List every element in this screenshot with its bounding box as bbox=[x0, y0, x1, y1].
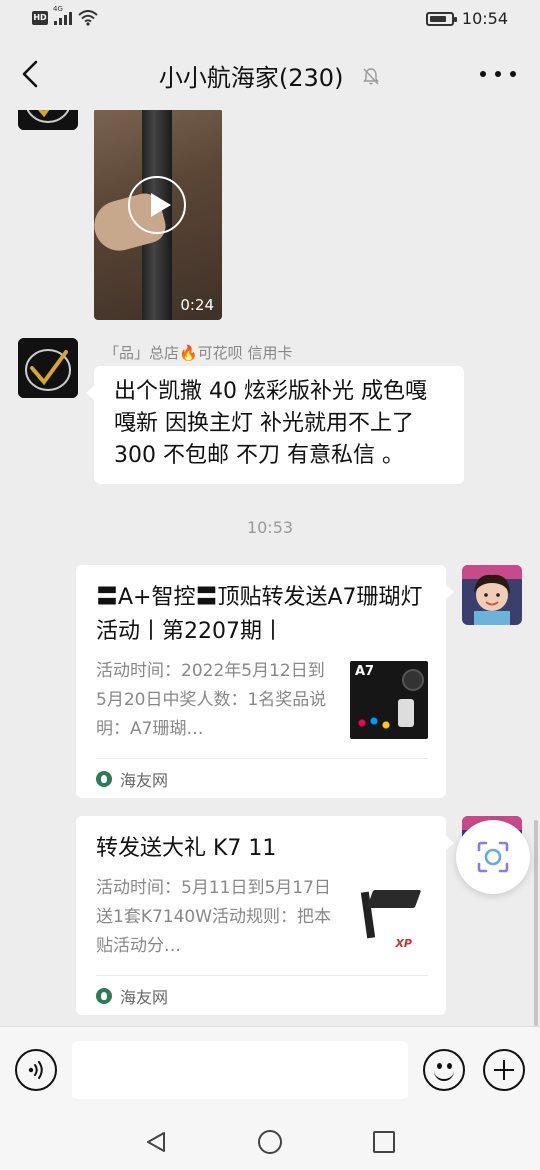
video-duration: 0:24 bbox=[180, 296, 214, 314]
scrollbar[interactable] bbox=[534, 820, 538, 1026]
more-features-button[interactable] bbox=[483, 1049, 525, 1091]
chat-header: 小小航海家(230) bbox=[0, 38, 540, 110]
network-type-label: 4G bbox=[53, 5, 63, 13]
message-input-bar bbox=[0, 1026, 540, 1114]
dot-icon bbox=[480, 71, 486, 77]
card-source: 海友网 bbox=[96, 975, 428, 1015]
chat-title: 小小航海家(230) bbox=[0, 58, 540, 93]
card-thumbnail: XP bbox=[350, 878, 428, 956]
status-bar: HD 4G 10:54 bbox=[0, 0, 540, 38]
clock: 10:54 bbox=[461, 9, 508, 28]
more-options-button[interactable] bbox=[480, 62, 516, 86]
voice-icon bbox=[28, 1061, 43, 1079]
link-card-1[interactable]: 〓A+智控〓顶贴转发送A7珊瑚灯活动丨第2207期丨 活动时间：2022年5月1… bbox=[76, 565, 454, 798]
message-input[interactable] bbox=[72, 1041, 408, 1099]
card-title: 〓A+智控〓顶贴转发送A7珊瑚灯活动丨第2207期丨 bbox=[96, 585, 423, 644]
nav-home-icon[interactable] bbox=[258, 1130, 282, 1154]
sender-avatar[interactable] bbox=[18, 110, 78, 130]
battery-icon bbox=[425, 11, 457, 26]
floating-assistant-button[interactable] bbox=[456, 820, 530, 894]
scan-icon bbox=[477, 841, 509, 873]
link-card-2[interactable]: 转发送大礼 K7 11 活动时间：5月11日到5月17日送1套K7140W活动规… bbox=[76, 816, 454, 1015]
card-description: 活动时间：2022年5月12日到5月20日中奖人数：1名奖品说明：A7珊瑚… bbox=[96, 661, 327, 739]
card-description: 活动时间：5月11日到5月17日送1套K7140W活动规则：把本贴活动分… bbox=[96, 878, 332, 956]
source-logo-icon bbox=[96, 987, 112, 1004]
logo-icon bbox=[18, 110, 78, 130]
dot-icon bbox=[495, 71, 501, 77]
message-timestamp: 10:53 bbox=[246, 518, 294, 537]
voice-input-button[interactable] bbox=[15, 1049, 57, 1091]
group-name: 小小航海家(230) bbox=[158, 64, 344, 92]
wifi-icon bbox=[78, 10, 98, 26]
system-nav-bar bbox=[0, 1114, 540, 1170]
sender-name: 「品」总店🔥可花呗 信用卡 bbox=[104, 344, 293, 362]
text-message-bubble[interactable]: 出个凯撒 40 炫彩版补光 成色嘎嘎新 因换主灯 补光就用不上了 300 不包邮… bbox=[86, 366, 464, 484]
sender-avatar[interactable] bbox=[18, 338, 78, 398]
card-source: 海友网 bbox=[96, 758, 428, 798]
mute-bell-icon bbox=[363, 67, 379, 84]
nav-recents-icon[interactable] bbox=[373, 1131, 395, 1153]
signal-icon: 4G bbox=[53, 5, 72, 25]
logo-icon bbox=[18, 338, 78, 398]
hd-icon: HD bbox=[32, 11, 48, 25]
nav-back-icon[interactable] bbox=[144, 1130, 168, 1154]
my-avatar[interactable] bbox=[462, 565, 522, 625]
video-message[interactable]: 0:24 bbox=[94, 110, 222, 320]
card-title: 转发送大礼 K7 11 bbox=[96, 836, 277, 861]
status-right: 10:54 bbox=[425, 9, 508, 28]
status-indicators: HD 4G bbox=[32, 5, 98, 26]
dot-icon bbox=[510, 71, 516, 77]
avatar-photo bbox=[462, 565, 522, 625]
play-icon[interactable] bbox=[128, 176, 186, 234]
source-logo-icon bbox=[96, 770, 112, 787]
card-thumbnail: A7 bbox=[350, 661, 428, 739]
chat-messages[interactable]: 0:24 「品」总店🔥可花呗 信用卡 出个凯撒 40 炫彩版补光 成色嘎嘎新 因… bbox=[0, 110, 540, 1026]
emoji-button[interactable] bbox=[423, 1049, 465, 1091]
